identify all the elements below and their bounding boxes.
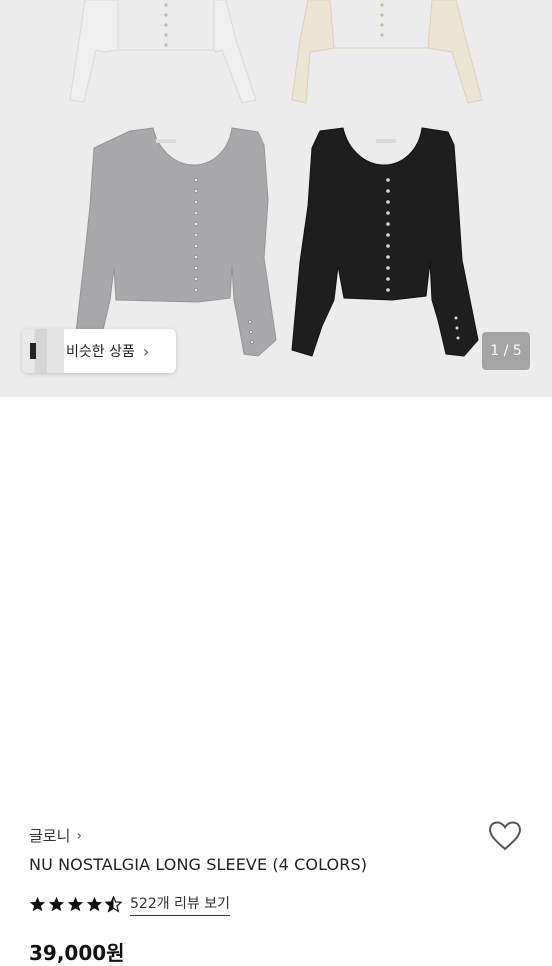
star-icon: [48, 896, 65, 912]
similar-products-thumbnail: [22, 329, 64, 373]
product-image-gallery[interactable]: 비슷한 상품 › 1 / 5: [0, 0, 552, 397]
brand-name: 글로니: [29, 827, 71, 845]
similar-products-button[interactable]: 비슷한 상품 ›: [22, 329, 176, 373]
brand-link[interactable]: 글로니 ›: [29, 825, 82, 846]
product-name: NU NOSTALGIA LONG SLEEVE (4 COLORS): [29, 855, 368, 874]
star-icon: [67, 896, 84, 912]
product-price: 39,000원: [29, 941, 125, 965]
heart-icon[interactable]: [488, 821, 522, 851]
white-cardigan-image: [69, 0, 257, 104]
star-icon: [29, 896, 46, 912]
review-link[interactable]: 522개 리뷰 보기: [130, 893, 231, 916]
grey-cardigan-image: [73, 127, 277, 357]
star-icon: [86, 896, 103, 912]
rating-row: 522개 리뷰 보기: [29, 893, 231, 916]
beige-cardigan-image: [291, 0, 483, 104]
chevron-right-icon: ›: [142, 341, 150, 361]
image-page-indicator: 1 / 5: [482, 332, 530, 370]
star-rating: [29, 896, 124, 913]
similar-products-label: 비슷한 상품: [66, 344, 135, 360]
half-star-icon: [105, 896, 122, 913]
black-cardigan-image: [291, 127, 479, 357]
chevron-right-icon: ›: [76, 827, 83, 844]
